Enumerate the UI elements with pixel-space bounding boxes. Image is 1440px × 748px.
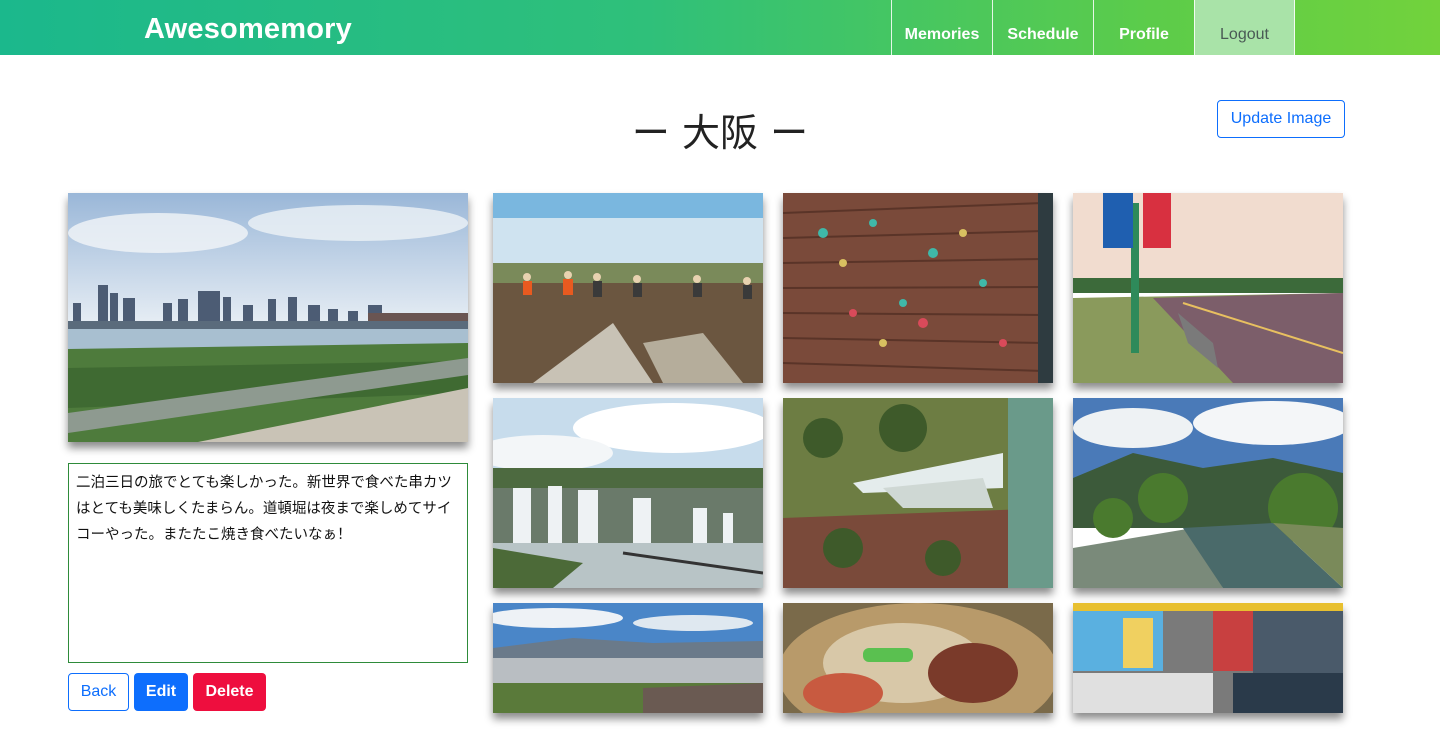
nav-logout[interactable]: Logout (1194, 0, 1295, 55)
nav-schedule[interactable]: Schedule (992, 0, 1093, 55)
navbar: Awesomemory Memories Schedule Profile Lo… (0, 0, 1440, 55)
gallery-photo[interactable] (783, 603, 1053, 713)
edit-button[interactable]: Edit (134, 673, 188, 711)
gallery-photo[interactable] (783, 193, 1053, 383)
nav-memories[interactable]: Memories (891, 0, 992, 55)
delete-button[interactable]: Delete (193, 673, 266, 711)
main-photo[interactable] (68, 193, 468, 442)
gallery-photo[interactable] (1073, 193, 1343, 383)
gallery-photo[interactable] (783, 398, 1053, 588)
back-button[interactable]: Back (68, 673, 129, 711)
update-image-button[interactable]: Update Image (1217, 100, 1345, 138)
gallery-photo[interactable] (493, 398, 763, 588)
gallery-photo[interactable] (1073, 398, 1343, 588)
memory-description[interactable]: 二泊三日の旅でとても楽しかった。新世界で食べた串カツはとても美味しくたまらん。道… (68, 463, 468, 663)
gallery-photo[interactable] (1073, 603, 1343, 713)
gallery-photo[interactable] (493, 193, 763, 383)
nav-profile[interactable]: Profile (1093, 0, 1194, 55)
brand-logo[interactable]: Awesomemory (144, 13, 352, 46)
gallery-photo[interactable] (493, 603, 763, 713)
